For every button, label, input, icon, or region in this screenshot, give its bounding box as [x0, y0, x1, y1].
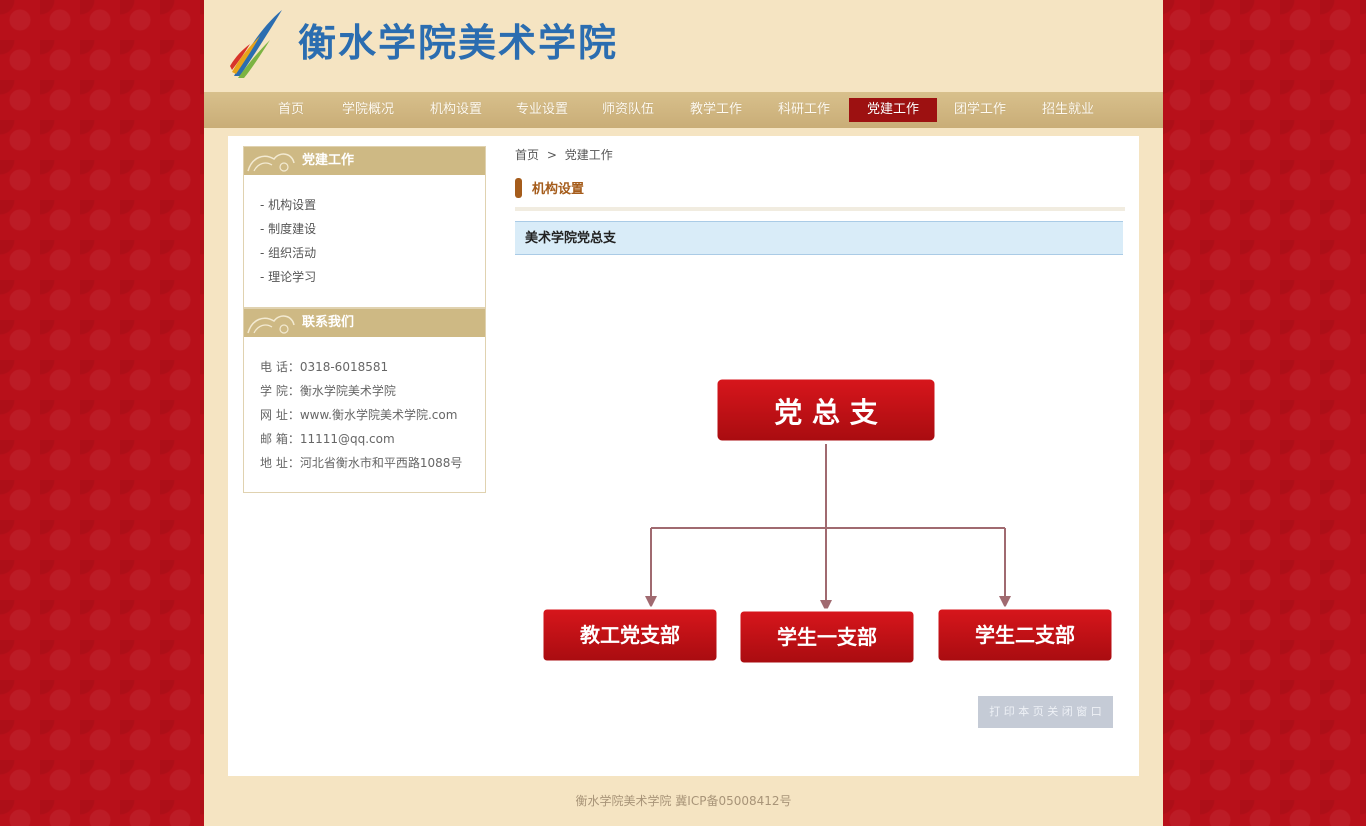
breadcrumb-separator: >: [546, 148, 557, 162]
footer-copyright: 衡水学院美术学院 冀ICP备05008412号: [575, 794, 792, 808]
contact-phone: 电 话：0318-6018581: [260, 360, 389, 374]
sidebar-contact: 联系我们 电 话：0318-6018581 学 院：衡水学院美术学院 网 址：w…: [243, 308, 486, 493]
print-close-buttons[interactable]: 打 印 本 页 关 闭 窗 口: [978, 696, 1113, 728]
nav-about[interactable]: 学院概况: [330, 98, 406, 122]
sidebar-item-system[interactable]: - 制度建设: [244, 217, 485, 241]
sidebar-contact-title: 联系我们: [302, 315, 355, 330]
nav-admission[interactable]: 招生就业: [1030, 98, 1106, 122]
section-heading: 机构设置: [515, 176, 1125, 200]
page: 衡水学院美术学院 首页 学院概况 机构设置 专业设置 师资队伍 教学工作 科研工…: [204, 0, 1163, 826]
breadcrumb-home[interactable]: 首页: [515, 148, 539, 162]
site-title: 衡水学院美术学院: [298, 21, 619, 65]
sidebar-item-theory[interactable]: - 理论学习: [244, 265, 485, 289]
section-title: 机构设置: [532, 182, 585, 197]
nav-departments[interactable]: 机构设置: [418, 98, 494, 122]
contact-college: 学 院：衡水学院美术学院: [260, 384, 396, 398]
sidebar-menu-title: 党建工作: [302, 153, 355, 168]
contact-email: 邮 箱：11111@qq.com: [260, 432, 395, 446]
article-title: 美术学院党总支: [515, 221, 1123, 255]
logo-icon: [230, 10, 282, 78]
nav-party[interactable]: 党建工作: [849, 98, 937, 122]
sidebar-contact-header: 联系我们: [244, 309, 485, 337]
nav-research[interactable]: 科研工作: [766, 98, 842, 122]
header: 衡水学院美术学院: [204, 0, 1163, 92]
org-chart: 党 总 支 教工党支部 学生一支部 学生二支部: [540, 376, 1115, 666]
main-nav: 首页 学院概况 机构设置 专业设置 师资队伍 教学工作 科研工作 党建工作 团学…: [204, 92, 1163, 128]
nav-faculty[interactable]: 师资队伍: [590, 98, 666, 122]
section-marker: [515, 178, 522, 198]
org-node-root-label: 党 总 支: [774, 396, 878, 429]
contact-website: 网 址：www.衡水学院美术学院.com: [260, 408, 458, 422]
content-area: 党建工作 - 机构设置 - 制度建设 - 组织活动 - 理论学习 联系我们 电 …: [228, 136, 1139, 776]
sidebar-menu-header: 党建工作: [244, 147, 485, 175]
cloud-pattern-icon: [247, 153, 295, 172]
org-node-child-3-label: 学生二支部: [975, 623, 1075, 647]
sidebar-item-activity[interactable]: - 组织活动: [244, 241, 485, 265]
org-node-child-1-label: 教工党支部: [580, 623, 680, 647]
cloud-pattern-icon: [247, 315, 295, 334]
contact-address: 地 址：河北省衡水市和平西路1088号: [260, 456, 463, 470]
nav-home[interactable]: 首页: [264, 98, 318, 122]
org-node-child-2-label: 学生一支部: [777, 625, 877, 649]
sidebar-menu: 党建工作 - 机构设置 - 制度建设 - 组织活动 - 理论学习: [243, 146, 486, 308]
nav-majors[interactable]: 专业设置: [504, 98, 580, 122]
sidebar-item-org[interactable]: - 机构设置: [244, 193, 485, 217]
breadcrumb: 首页 > 党建工作: [515, 146, 617, 163]
breadcrumb-current[interactable]: 党建工作: [565, 148, 613, 162]
nav-teaching[interactable]: 教学工作: [678, 98, 754, 122]
divider: [515, 207, 1125, 211]
nav-youth[interactable]: 团学工作: [942, 98, 1018, 122]
